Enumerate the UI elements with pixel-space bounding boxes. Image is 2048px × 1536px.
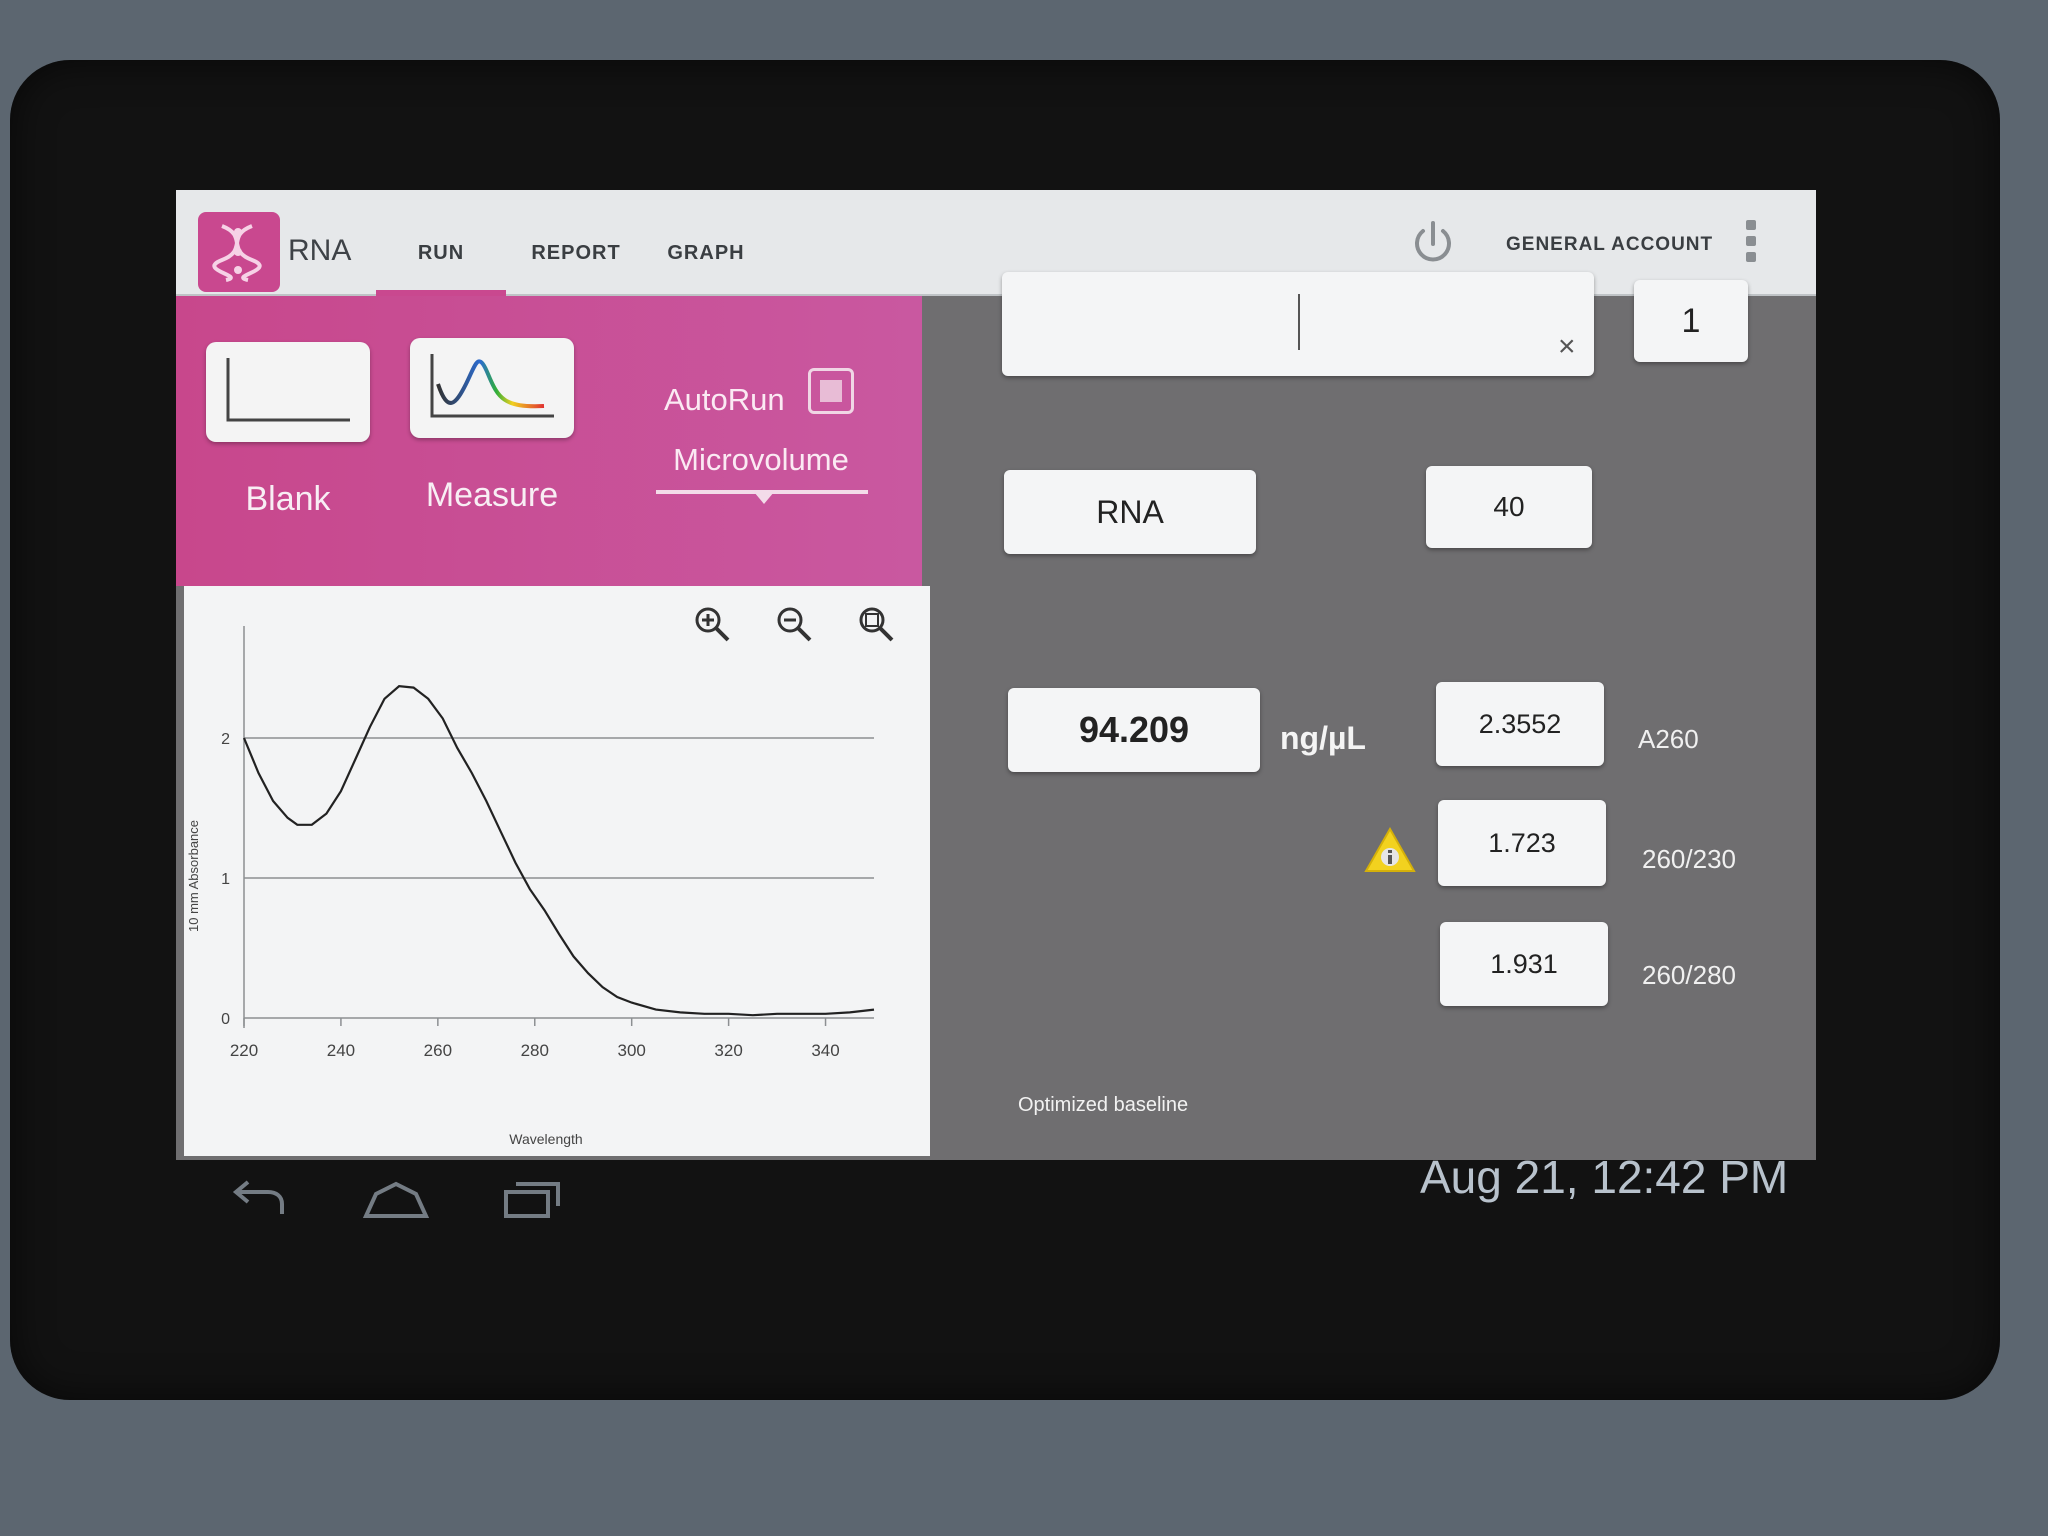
ratio-260-230-label: 260/230 [1642, 844, 1736, 874]
spectrum-chart-panel: 0 1 2 220 240 260 280 300 320 340 Wavelength 10 m… [184, 586, 930, 1156]
y-tick-label: 0 [221, 1011, 230, 1028]
warning-icon[interactable] [1364, 826, 1416, 879]
y-tick-label: 1 [221, 871, 230, 888]
x-tick-label: 240 [327, 1041, 355, 1060]
y-axis-label: 10 mm Absorbance [186, 820, 201, 932]
a260-label: A260 [1638, 724, 1699, 754]
autorun-label: AutoRun [664, 382, 785, 417]
absorbance-spectrum-chart: 0 1 2 220 240 260 280 300 320 340 Wavelength 10 m… [186, 626, 875, 1147]
x-tick-label: 220 [230, 1041, 258, 1060]
concentration-value: 94.209 [1008, 688, 1260, 772]
x-tick-label: 280 [521, 1041, 549, 1060]
y-tick-label: 2 [221, 731, 230, 748]
sample-name-input[interactable]: × [1002, 272, 1594, 376]
dropdown-caret-icon [754, 492, 774, 504]
device-screen: RNA RUN REPORT GRAPH GENERAL ACCOUNT Bla… [176, 190, 1816, 1160]
text-cursor [1298, 294, 1300, 350]
app-title: RNA [288, 234, 352, 267]
blank-spectrum-icon [226, 358, 350, 422]
power-icon[interactable] [1408, 218, 1458, 273]
ratio-260-280-value: 1.931 [1440, 922, 1608, 1006]
run-controls-panel: Blank Measure AutoRun Microvolume [176, 296, 922, 586]
x-tick-label: 340 [811, 1041, 839, 1060]
back-icon[interactable] [228, 1180, 290, 1225]
x-tick-label: 320 [714, 1041, 742, 1060]
ratio-260-230-value: 1.723 [1438, 800, 1606, 886]
measurement-mode-dropdown[interactable]: Microvolume [656, 442, 866, 478]
ratio-260-280-label: 260/280 [1642, 960, 1736, 990]
rna-app-logo [198, 212, 280, 292]
concentration-unit: ng/µL [1280, 720, 1366, 756]
overflow-menu-icon[interactable] [1746, 220, 1758, 264]
measure-spectrum-icon [430, 354, 554, 418]
measure-label: Measure [425, 476, 559, 514]
recent-apps-icon[interactable] [502, 1180, 564, 1225]
x-tick-label: 260 [424, 1041, 452, 1060]
measure-button[interactable] [410, 338, 574, 438]
rna-helix-icon [212, 224, 262, 282]
x-axis-label: Wavelength [509, 1131, 582, 1147]
x-tick-label: 300 [618, 1041, 646, 1060]
a260-value: 2.3552 [1436, 682, 1604, 766]
tab-run[interactable]: RUN [376, 242, 506, 265]
tab-graph[interactable]: GRAPH [646, 242, 766, 265]
factor-field[interactable]: 40 [1426, 466, 1592, 548]
sample-type-field[interactable]: RNA [1004, 470, 1256, 554]
status-datetime: Aug 21, 12:42 PM [1420, 1151, 1789, 1203]
sample-number-field[interactable]: 1 [1634, 280, 1748, 362]
home-icon[interactable] [362, 1180, 430, 1225]
blank-label: Blank [245, 480, 331, 518]
baseline-note: Optimized baseline [1018, 1094, 1189, 1116]
clear-icon[interactable]: × [1558, 330, 1576, 364]
autorun-checkbox[interactable] [808, 368, 854, 414]
account-button[interactable]: GENERAL ACCOUNT [1506, 234, 1713, 256]
absorbance-series-line [242, 685, 875, 1017]
blank-button[interactable] [206, 342, 370, 442]
tab-report[interactable]: REPORT [516, 242, 636, 265]
